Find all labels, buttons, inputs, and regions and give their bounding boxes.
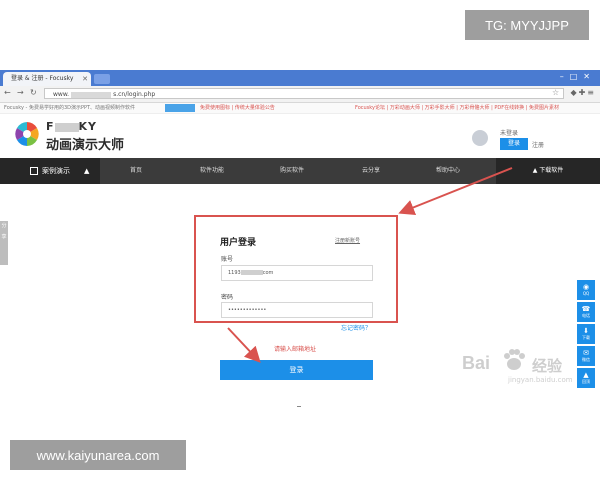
logo-wordmark: F KY [46,120,97,133]
url-prefix: www. [53,91,70,98]
nav-item-home[interactable]: 首页 [130,158,142,184]
sidebar-label: QQ [582,291,590,296]
back-to-top-icon: ▲ [583,371,589,379]
site-header: F KY 动画演示大师 未登录 登录 注册 [0,114,600,158]
url-suffix: s.cn/login.php [113,91,156,98]
logo-prefix: F [46,120,55,133]
back-icon[interactable]: ← [4,88,11,97]
sidebar-qq-button[interactable]: ◉ QQ [577,280,595,300]
user-name: 未登录 [500,130,519,137]
nav-download-label: 下载软件 [539,167,564,174]
error-message: 请输入邮箱地址 [274,346,317,353]
sidebar-wechat-button[interactable]: ✉ 微信 [577,346,595,366]
sidebar-top-button[interactable]: ▲ 回顶 [577,368,595,388]
login-form: 用户登录 注册新账号 账号 1193 com 密码 ••••••••••••• [194,215,398,323]
nav-item-buy[interactable]: 购买软件 [280,158,304,184]
baidu-jingyan-watermark: Bai 经验 jingyan.baidu.com [462,345,573,385]
forward-icon[interactable]: → [17,88,24,97]
chevron-up-icon: ▲ [84,167,90,175]
avatar[interactable] [472,130,488,146]
account-label: 账号 [221,256,234,263]
main-nav: 案例演示 ▲ 首页 软件功能 购买软件 云分享 帮助中心 ▲ 下载软件 [0,158,600,184]
account-prefix: 1193 [228,270,241,276]
baidu-url: jingyan.baidu.com [508,376,573,384]
baidu-brand-cn: 经验 [532,357,563,375]
sidebar-label: 下载 [582,335,590,340]
account-field[interactable]: 1193 com [221,265,373,281]
browser-tab[interactable]: 登录 & 注册 - Focusky ✕ [3,72,91,86]
grid-icon [30,167,38,175]
sidebar-label: 回顶 [582,379,590,384]
logo-suffix: KY [78,120,98,133]
phone-icon: ☎ [581,305,591,313]
window-controls[interactable]: –□✕ [560,72,596,81]
download-icon: ⬇ [583,327,589,335]
url-redaction [71,91,112,98]
watermark-top: TG: MYYJJPP [465,10,589,40]
account-redaction [240,270,263,275]
share-side-tab[interactable]: 分享 [0,221,8,265]
extension-icons[interactable]: ◆✚≡ [570,88,596,97]
reload-icon[interactable]: ↻ [30,88,37,97]
register-link[interactable]: 注册新账号 [335,237,360,244]
nav-item-features[interactable]: 软件功能 [200,158,224,184]
account-suffix: com [262,270,274,276]
baidu-paw-icon [504,349,525,370]
logo-icon [15,122,39,146]
baidu-brand: Bai [462,353,491,373]
header-register-link[interactable]: 注册 [532,140,544,149]
new-tab-button[interactable] [94,74,110,84]
header-login-button[interactable]: 登录 [500,138,528,150]
nav-download-button[interactable]: ▲ 下载软件 [496,158,600,184]
address-bar: ← → ↻ www. s.cn/login.php ☆ ◆✚≡ [0,86,600,103]
notice-left: Focusky - 免费易学好用的3D演示PPT、动画视频制作软件 [4,105,136,111]
password-field[interactable]: ••••••••••••• [221,302,373,318]
nav-item-cases[interactable]: 案例演示 ▲ [0,158,100,184]
watermark-bottom: www.kaiyunarea.com [10,440,186,470]
qq-icon: ◉ [582,283,590,291]
nav-item-help[interactable]: 帮助中心 [436,158,460,184]
logo-redaction [54,122,79,132]
password-label: 密码 [221,294,234,301]
login-title: 用户登录 [220,238,257,248]
logo-text[interactable]: 动画演示大师 [46,134,124,153]
notice-product-links[interactable]: Focusky论坛 | 万彩动画大师 | 万彩手影大师 | 万彩骨骼大师 | P… [355,103,559,113]
wechat-icon: ✉ [583,349,589,357]
password-value: ••••••••••••• [228,307,267,313]
notice-bar: Focusky - 免费易学好用的3D演示PPT、动画视频制作软件 免费使用图标… [0,103,600,114]
tab-title: 登录 & 注册 - Focusky [11,75,74,82]
bookmark-star-icon[interactable]: ☆ [552,88,559,97]
nav-item-cloud-share[interactable]: 云分享 [362,158,380,184]
notice-redaction [165,104,195,112]
close-icon[interactable]: ✕ [82,72,88,86]
login-button[interactable]: 登录 [220,360,373,380]
sidebar-download-button[interactable]: ⬇ 下载 [577,324,595,344]
url-input[interactable]: www. s.cn/login.php [44,88,564,99]
notice-promo-link[interactable]: 免费使用图标 | 传统大量体验公告 [200,103,275,113]
sidebar-phone-button[interactable]: ☎ 电话 [577,302,595,322]
sidebar-label: 电话 [582,313,590,318]
forgot-password-link[interactable]: 忘记密码？ [341,323,371,332]
divider [297,406,301,407]
download-icon: ▲ [532,167,538,174]
nav-item-label: 案例演示 [42,167,70,175]
sidebar-label: 微信 [582,357,590,362]
tab-bar: 登录 & 注册 - Focusky ✕ –□✕ [0,70,600,86]
